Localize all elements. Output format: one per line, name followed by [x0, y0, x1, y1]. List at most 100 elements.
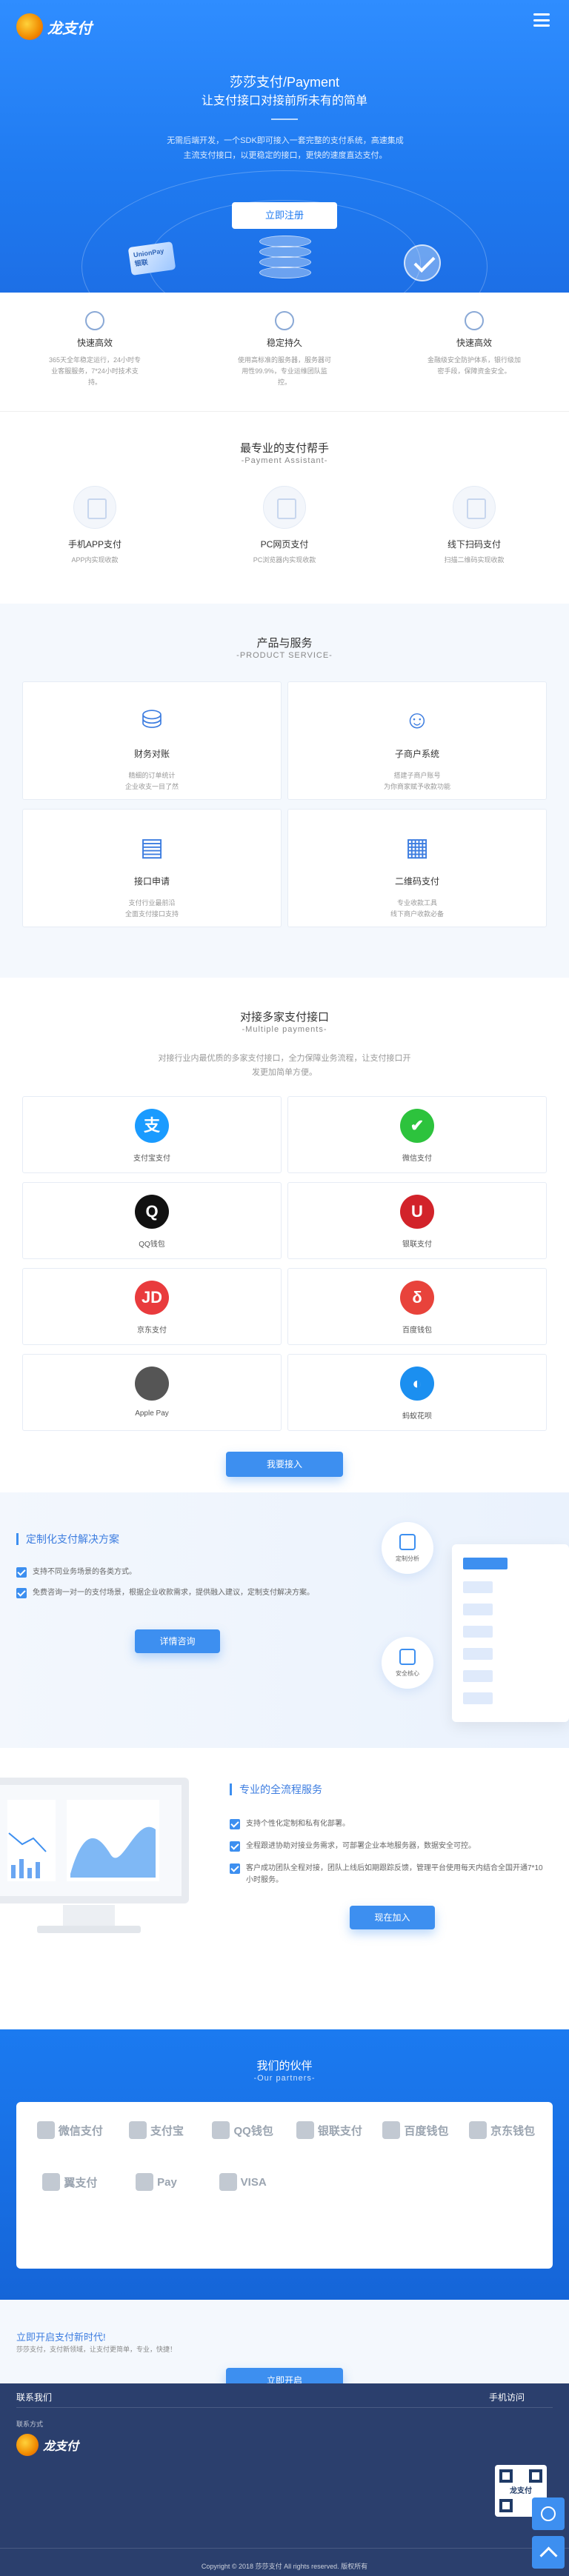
- cta-section: 立即开启支付新时代! 莎莎支付，支付新领域，让支付更简单，专业，快捷！ 立即开启: [0, 2300, 569, 2396]
- payment-label: 支付宝支付: [133, 1155, 170, 1163]
- check-item: 支持不同业务场景的各类方式。: [16, 1566, 342, 1578]
- section-heading: 定制化支付解决方案: [16, 1533, 119, 1545]
- partner-logo-icon: [212, 2121, 230, 2139]
- badge-label: 定制分析: [396, 1555, 419, 1562]
- layers-icon: [275, 311, 294, 330]
- coin-stack-icon: [259, 236, 311, 280]
- monitor-illustration: [0, 1778, 189, 1948]
- logo-text: 龙支付: [47, 20, 92, 37]
- product-card[interactable]: ⛁ 财务对账 精细的订单统计 企业收支一目了然: [22, 681, 282, 800]
- brand-logo[interactable]: 龙支付: [16, 13, 92, 40]
- cta-desc: 莎莎支付，支付新领域，让支付更简单，专业，快捷！: [16, 2346, 177, 2353]
- product-card[interactable]: ☺ 子商户系统 搭建子商户账号 为你商家赋予收款功能: [287, 681, 547, 800]
- section-description: 对接行业内最优质的多家支付接口，全力保障业务流程，让支付接口开发更加简单方便。: [158, 1054, 411, 1077]
- payment-card[interactable]: 支支付宝支付: [22, 1096, 282, 1173]
- payment-card[interactable]: U 银联支付: [287, 1182, 547, 1259]
- partner-logo-icon: [296, 2121, 314, 2139]
- product-desc: 专业收款工具: [396, 899, 437, 907]
- assistant-item-title: PC网页支付: [260, 539, 309, 550]
- check-item: 客户成功团队全程对接，团队上线后如期跟踪反馈，管理平台使用每天内结合全国开通7*…: [230, 1863, 548, 1886]
- assistant-item[interactable]: 线下扫码支付 扫描二维码实现收款: [415, 486, 533, 564]
- payment-logo-icon: JD: [135, 1281, 169, 1315]
- hero-description: 无需后端开发，一个SDK即可接入一套完整的支付系统，高速集成主流支付接口，以更稳…: [167, 136, 404, 160]
- product-desc: 搭建子商户账号: [393, 772, 441, 779]
- payment-card[interactable]: Apple Pay: [22, 1354, 282, 1431]
- product-desc: 全面支付接口支持: [124, 910, 179, 918]
- partner-logo: 京东钱包: [459, 2115, 545, 2145]
- payments-section: 对接多家支付接口 -Multiple payments- 对接行业内最优质的多家…: [0, 978, 569, 1492]
- partner-logo-icon: [136, 2173, 154, 2191]
- payment-logo-icon: ◐: [400, 1367, 434, 1401]
- payment-card[interactable]: ◐ 蚂蚁花呗: [287, 1354, 547, 1431]
- assistant-item-desc: 扫描二维码实现收款: [444, 556, 505, 564]
- product-desc: 支付行业最前沿: [128, 899, 176, 907]
- partner-logo-text: 翼支付: [64, 2176, 98, 2189]
- chat-support-icon[interactable]: [532, 2497, 565, 2530]
- card-text: UnionPay 银联: [133, 247, 164, 268]
- join-now-button[interactable]: 现在加入: [350, 1906, 435, 1929]
- section-heading: 专业的全流程服务: [230, 1783, 322, 1795]
- partner-logo: QQ钱包: [199, 2115, 286, 2145]
- qr-code-icon: ▦: [405, 833, 430, 861]
- product-card[interactable]: ▤ 接口申请 支付行业最前沿 全面支付接口支持: [22, 809, 282, 927]
- check-text: 免费咨询一对一的支付场景，根据企业收款需求，提供融入建议，定制支付解决方案。: [33, 1589, 314, 1597]
- section-subtitle: -Payment Assistant-: [241, 456, 328, 465]
- partner-logo-text: 微信支付: [58, 2124, 103, 2138]
- qr-caption: 龙支付: [510, 2487, 532, 2495]
- payment-logo-icon: 支: [135, 1109, 169, 1143]
- partner-logo-icon: [128, 2121, 147, 2139]
- badge-security: 安全核心: [382, 1637, 433, 1689]
- assistant-item-title: 手机APP支付: [67, 539, 122, 550]
- assistant-item[interactable]: PC网页支付 PC浏览器内实现收款: [225, 486, 344, 564]
- partner-logo-panel: 微信支付 支付宝 QQ钱包 银联支付 百度钱包 京东钱包 翼支付 Pay VISA: [16, 2102, 553, 2269]
- register-button[interactable]: 立即注册: [232, 202, 337, 229]
- cta-title: 立即开启支付新时代!: [16, 2332, 106, 2343]
- payment-card[interactable]: ✔ 微信支付: [287, 1096, 547, 1173]
- assistant-item-title: 线下扫码支付: [447, 539, 501, 550]
- check-circle-icon: [404, 244, 441, 281]
- product-card[interactable]: ▦ 二维码支付 专业收款工具 线下商户收款必备: [287, 809, 547, 927]
- payment-card[interactable]: Q QQ钱包: [22, 1182, 282, 1259]
- hero-banner: 龙支付 莎莎支付/Payment 让支付接口对接前所未有的简单 无需后端开发，一…: [0, 0, 569, 293]
- logo-text: 龙支付: [43, 2440, 79, 2453]
- product-desc: 线下商户收款必备: [390, 910, 444, 918]
- assistant-item[interactable]: 手机APP支付 APP内实现收款: [36, 486, 154, 564]
- feature-item: 快速高效 金融级安全防护体系，银行级加密手段，保障资金安全。: [426, 311, 522, 411]
- partner-logo: 微信支付: [27, 2115, 113, 2145]
- partner-logo-icon: [36, 2121, 55, 2139]
- hamburger-menu-icon[interactable]: [533, 13, 550, 27]
- section-title: 我们的伙伴: [256, 2060, 313, 2072]
- feature-item: 快速高效 365天全年稳定运行，24小时专业客服服务，7*24小时技术支持。: [47, 311, 143, 411]
- partner-logo-icon: [469, 2121, 488, 2139]
- products-section: 产品与服务 -PRODUCT SERVICE- ⛁ 财务对账 精细的订单统计 企…: [0, 604, 569, 978]
- assistant-item-desc: APP内实现收款: [71, 556, 119, 564]
- monitor-icon: [263, 486, 306, 529]
- analytics-chart-icon: [7, 1800, 159, 1881]
- contact-label: 联系方式: [16, 2420, 44, 2428]
- hero-title: 莎莎支付/Payment: [229, 75, 340, 90]
- section-title: 产品与服务: [256, 637, 313, 650]
- logo-icon: [16, 13, 43, 40]
- product-desc: 精细的订单统计: [128, 772, 176, 779]
- payment-card[interactable]: JD 京东支付: [22, 1268, 282, 1345]
- hero-divider: [271, 119, 298, 120]
- user-icon: ☺: [404, 706, 430, 734]
- consult-button[interactable]: 详情咨询: [135, 1629, 220, 1653]
- payment-logo-icon: ✔: [400, 1109, 434, 1143]
- partner-logo-text: QQ钱包: [233, 2124, 273, 2138]
- partner-logo: VISA: [199, 2167, 286, 2197]
- payment-logo-icon: Q: [135, 1195, 169, 1229]
- lock-icon: [399, 1649, 416, 1665]
- feature-desc: 使用高标准的服务器，服务器可用性99.9%，专业运维团队监控。: [237, 356, 331, 386]
- payment-label: 蚂蚁花呗: [402, 1412, 432, 1421]
- partner-logo: 百度钱包: [373, 2115, 459, 2145]
- join-button[interactable]: 我要接入: [226, 1452, 343, 1477]
- partner-logo: Pay: [113, 2167, 200, 2197]
- section-title: 对接多家支付接口: [239, 1011, 329, 1024]
- payment-card[interactable]: δ 百度钱包: [287, 1268, 547, 1345]
- footer-contact-title: 联系我们: [16, 2392, 53, 2403]
- footer-logo[interactable]: 龙支付: [16, 2434, 79, 2456]
- assistant-section: 最专业的支付帮手 -Payment Assistant- 手机APP支付 APP…: [0, 411, 569, 593]
- hero-subtitle: 让支付接口对接前所未有的简单: [201, 95, 367, 107]
- product-title: 财务对账: [133, 749, 170, 759]
